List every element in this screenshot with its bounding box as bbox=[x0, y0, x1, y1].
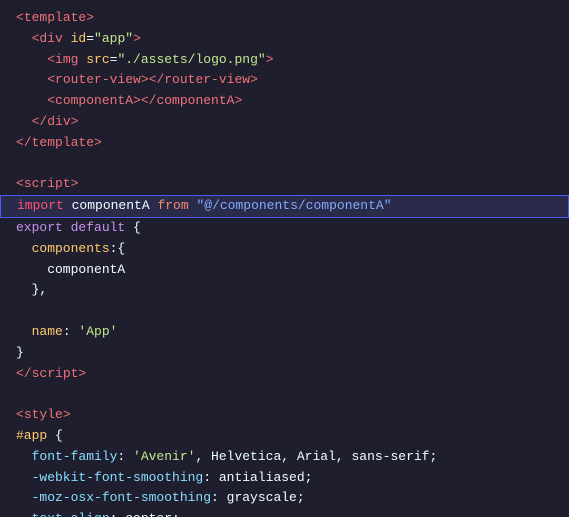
code-token: : bbox=[117, 447, 133, 468]
code-line: <img src="./assets/logo.png"> bbox=[0, 50, 569, 71]
code-token: </ bbox=[16, 364, 32, 385]
code-line: export default { bbox=[0, 218, 569, 239]
code-line: </script> bbox=[0, 364, 569, 385]
code-token: import bbox=[17, 196, 64, 217]
code-token: "app" bbox=[94, 29, 133, 50]
code-token: { bbox=[47, 426, 63, 447]
code-token: -moz-osx-font-smoothing bbox=[16, 488, 211, 509]
code-token: < bbox=[16, 405, 24, 426]
code-token: : grayscale; bbox=[211, 488, 305, 509]
code-token: name bbox=[16, 322, 63, 343]
code-token: template bbox=[32, 133, 94, 154]
code-token: img bbox=[55, 50, 78, 71]
code-token: router-view bbox=[55, 70, 141, 91]
code-token: < bbox=[16, 91, 55, 112]
code-token: componentA bbox=[55, 91, 133, 112]
code-token bbox=[63, 29, 71, 50]
code-token: font-family bbox=[16, 447, 117, 468]
code-line: -moz-osx-font-smoothing: grayscale; bbox=[0, 488, 569, 509]
code-line: text-align: center; bbox=[0, 509, 569, 517]
code-token: template bbox=[24, 8, 86, 29]
code-token: text-align bbox=[16, 509, 110, 517]
code-token: 'Avenir' bbox=[133, 447, 195, 468]
code-token: } bbox=[16, 343, 24, 364]
code-line: }, bbox=[0, 280, 569, 301]
code-token: < bbox=[16, 174, 24, 195]
code-token: componentA bbox=[16, 260, 125, 281]
code-token: : center; bbox=[110, 509, 180, 517]
code-token: : bbox=[63, 322, 79, 343]
code-token: < bbox=[16, 8, 24, 29]
code-token: </ bbox=[16, 133, 32, 154]
code-token: > bbox=[250, 70, 258, 91]
code-line: componentA bbox=[0, 260, 569, 281]
code-token: id bbox=[71, 29, 87, 50]
code-line: name: 'App' bbox=[0, 322, 569, 343]
code-token: export bbox=[16, 218, 63, 239]
code-line: font-family: 'Avenir', Helvetica, Arial,… bbox=[0, 447, 569, 468]
code-token: -webkit-font-smoothing bbox=[16, 468, 203, 489]
code-token: src bbox=[86, 50, 109, 71]
code-token: > bbox=[234, 91, 242, 112]
code-line: -webkit-font-smoothing: antialiased; bbox=[0, 468, 569, 489]
code-token: > bbox=[133, 29, 141, 50]
code-line bbox=[0, 384, 569, 405]
code-token: : antialiased; bbox=[203, 468, 312, 489]
code-token: componentA bbox=[156, 91, 234, 112]
code-token: > bbox=[78, 364, 86, 385]
code-token bbox=[78, 50, 86, 71]
code-token: "./assets/logo.png" bbox=[117, 50, 265, 71]
code-token: < bbox=[16, 50, 55, 71]
code-token bbox=[63, 218, 71, 239]
code-token: > bbox=[71, 174, 79, 195]
code-line bbox=[0, 154, 569, 175]
code-token: > bbox=[71, 112, 79, 133]
code-token: ></ bbox=[141, 70, 164, 91]
code-line: import componentA from "@/components/com… bbox=[0, 195, 569, 218]
code-line bbox=[0, 301, 569, 322]
code-token: script bbox=[24, 174, 71, 195]
code-token bbox=[189, 196, 197, 217]
code-token: = bbox=[86, 29, 94, 50]
code-token: from bbox=[157, 196, 188, 217]
code-token: < bbox=[16, 29, 39, 50]
code-line: #app { bbox=[0, 426, 569, 447]
code-token: , Helvetica, Arial, sans-serif; bbox=[195, 447, 437, 468]
code-line: </template> bbox=[0, 133, 569, 154]
code-token: { bbox=[125, 218, 141, 239]
code-token: components bbox=[16, 239, 110, 260]
code-line: <script> bbox=[0, 174, 569, 195]
code-token: > bbox=[63, 405, 71, 426]
code-token: script bbox=[32, 364, 79, 385]
code-line: } bbox=[0, 343, 569, 364]
code-line: <componentA></componentA> bbox=[0, 91, 569, 112]
code-token: ></ bbox=[133, 91, 156, 112]
code-token: > bbox=[86, 8, 94, 29]
code-token: style bbox=[24, 405, 63, 426]
code-editor: <template> <div id="app"> <img src="./as… bbox=[0, 0, 569, 517]
code-token: }, bbox=[16, 280, 47, 301]
code-token: = bbox=[110, 50, 118, 71]
code-token: :{ bbox=[110, 239, 126, 260]
code-token: componentA bbox=[64, 196, 158, 217]
code-token: 'App' bbox=[78, 322, 117, 343]
code-token: router-view bbox=[164, 70, 250, 91]
code-line: <style> bbox=[0, 405, 569, 426]
code-token: div bbox=[47, 112, 70, 133]
code-token: < bbox=[16, 70, 55, 91]
code-token: > bbox=[266, 50, 274, 71]
code-token: "@/components/componentA" bbox=[196, 196, 391, 217]
code-line: <div id="app"> bbox=[0, 29, 569, 50]
code-line: components:{ bbox=[0, 239, 569, 260]
code-line: <router-view></router-view> bbox=[0, 70, 569, 91]
code-token: > bbox=[94, 133, 102, 154]
code-token: div bbox=[39, 29, 62, 50]
code-token: default bbox=[71, 218, 126, 239]
code-line: <template> bbox=[0, 8, 569, 29]
code-token: </ bbox=[16, 112, 47, 133]
code-line: </div> bbox=[0, 112, 569, 133]
code-token: #app bbox=[16, 426, 47, 447]
